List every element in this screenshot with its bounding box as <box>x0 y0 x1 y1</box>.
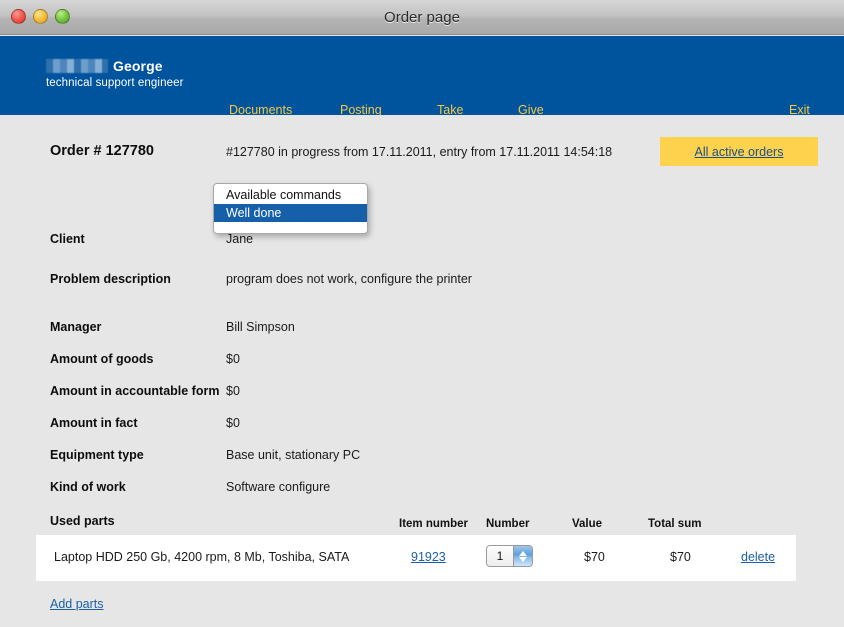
stepper-up-arrow-icon[interactable] <box>519 550 527 556</box>
all-active-orders-label: All active orders <box>694 144 784 159</box>
table-row: Laptop HDD 250 Gb, 4200 rpm, 8 Mb, Toshi… <box>36 535 796 581</box>
redacted-name-icon <box>46 58 108 73</box>
dropdown-option-well-done[interactable]: Well done <box>214 204 367 222</box>
column-header-item-number: Item number <box>399 518 469 530</box>
window-title: Order page <box>384 9 460 26</box>
field-value-kind-of-work: Software configure <box>226 480 331 494</box>
quantity-stepper-arrows[interactable] <box>514 546 532 566</box>
quantity-stepper[interactable]: 1 <box>486 545 533 567</box>
field-value-equipment-type: Base unit, stationary PC <box>226 448 361 462</box>
field-label-kind-of-work: Kind of work <box>50 480 126 494</box>
column-header-number: Number <box>486 518 530 530</box>
quantity-stepper-value[interactable]: 1 <box>487 546 514 566</box>
part-value: $70 <box>584 550 605 564</box>
delete-part-link[interactable]: delete <box>741 550 775 564</box>
dropdown-option-available-commands[interactable]: Available commands <box>214 186 367 204</box>
window-title-bar: Order page <box>0 0 844 35</box>
part-item-number-link[interactable]: 91923 <box>411 550 446 564</box>
field-value-amount-accountable: $0 <box>226 384 240 398</box>
field-label-amount-of-goods: Amount of goods <box>50 352 154 366</box>
field-value-client: Jane <box>226 232 254 246</box>
part-total-sum: $70 <box>670 550 691 564</box>
field-label-manager: Manager <box>50 320 102 334</box>
page-title: Order # 127780 <box>50 143 154 159</box>
order-status-text: #127780 in progress from 17.11.2011, ent… <box>226 145 613 159</box>
user-role: technical support engineer <box>46 77 184 89</box>
field-value-amount-in-fact: $0 <box>226 416 240 430</box>
page-body: Order # 127780 #127780 in progress from … <box>0 115 844 627</box>
top-navigation-bar: George technical support engineer Docume… <box>0 36 844 117</box>
field-label-client: Client <box>50 232 85 246</box>
user-name: George <box>113 57 163 74</box>
used-parts-label: Used parts <box>50 514 115 528</box>
field-label-problem-description: Problem description <box>50 272 171 286</box>
user-info-block: George technical support engineer <box>46 57 184 89</box>
stepper-down-arrow-icon[interactable] <box>519 556 527 562</box>
column-header-total-sum: Total sum <box>648 518 702 530</box>
all-active-orders-button[interactable]: All active orders <box>660 137 818 166</box>
field-value-amount-of-goods: $0 <box>226 352 240 366</box>
add-parts-link[interactable]: Add parts <box>50 597 104 611</box>
field-label-amount-in-fact: Amount in fact <box>50 416 138 430</box>
field-label-equipment-type: Equipment type <box>50 448 144 462</box>
part-description: Laptop HDD 250 Gb, 4200 rpm, 8 Mb, Toshi… <box>54 550 350 564</box>
order-page-window: Order page George technical support engi… <box>0 0 844 627</box>
field-value-manager: Bill Simpson <box>226 320 295 334</box>
column-header-value: Value <box>572 518 603 530</box>
field-value-problem-description: program does not work, configure the pri… <box>226 272 472 286</box>
available-commands-dropdown[interactable]: Available commands Well done <box>213 183 368 234</box>
field-label-amount-accountable: Amount in accountable form <box>50 384 220 398</box>
